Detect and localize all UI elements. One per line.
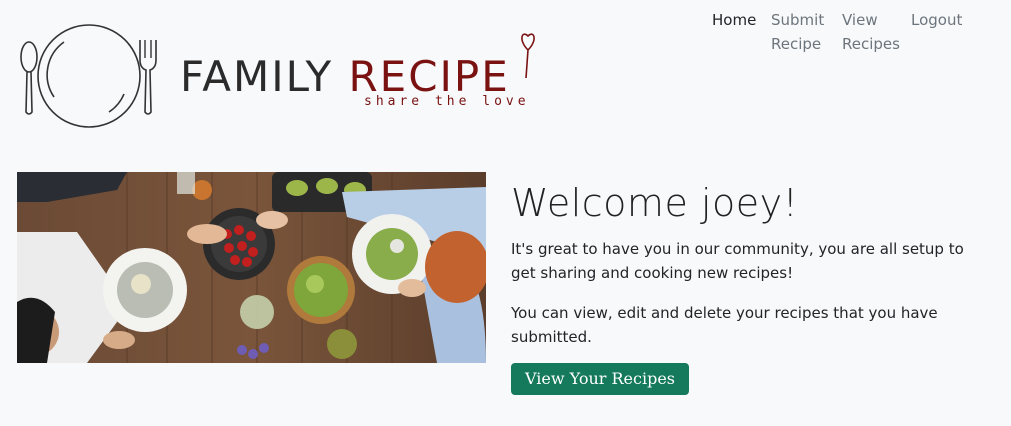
plate-cutlery-icon [20,24,157,128]
welcome-heading: Welcome joey! [511,181,799,225]
nav-home-link[interactable]: Home [704,8,771,56]
nav-logout-link[interactable]: Logout [911,8,971,56]
welcome-paragraph-1: It's great to have you in our community,… [511,240,964,282]
nav-submit-recipe-link[interactable]: Submit Recipe [771,8,842,56]
logo-tagline: share the love [364,94,530,109]
welcome-section: Welcome joey! It's great to have you in … [511,178,991,395]
logo-wordmark: FAMILY RECIPE [180,56,510,98]
view-your-recipes-button[interactable]: View Your Recipes [511,363,689,395]
nav-view-recipes-link[interactable]: View Recipes [842,8,911,56]
heart-icon [521,33,535,79]
main-nav: Home Submit Recipe View Recipes Logout [704,8,971,56]
hero-food-image [17,172,486,363]
logo-word-family: FAMILY [180,52,334,101]
site-logo[interactable]: FAMILY RECIPE share the love [14,22,544,134]
welcome-paragraph-2: You can view, edit and delete your recip… [511,304,938,346]
